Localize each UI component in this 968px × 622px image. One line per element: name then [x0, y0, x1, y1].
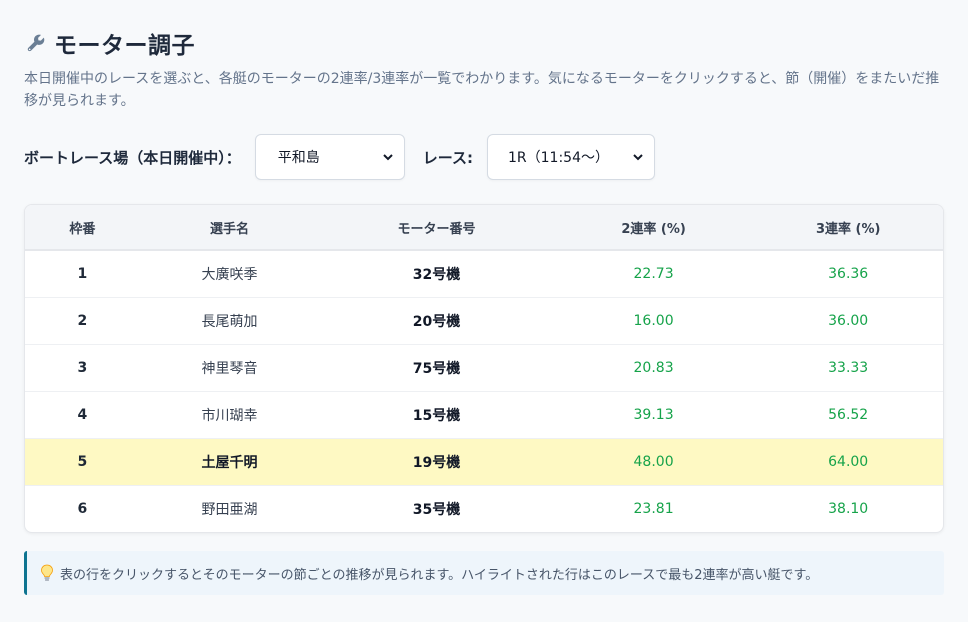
- table-row[interactable]: 1 大廣咲季 32号機 22.73 36.36: [25, 250, 943, 297]
- motor-condition-page: モーター調子 本日開催中のレースを選ぶと、各艇のモーターの2連率/3連率が一覧で…: [0, 0, 968, 595]
- page-header: モーター調子: [24, 28, 944, 59]
- race-label: レース:: [422, 148, 474, 167]
- motor-table-container: 枠番 選手名 モーター番号 2連率 (%) 3連率 (%) 1 大廣咲季 32号…: [24, 204, 944, 533]
- venue-label: ボートレース場（本日開催中）：: [24, 148, 241, 167]
- venue-select-value: 平和島: [277, 150, 320, 166]
- page-title: モーター調子: [54, 33, 195, 59]
- rate2-value: 22.73: [633, 265, 674, 282]
- race-select[interactable]: 1R（11:54〜）: [487, 134, 656, 180]
- rate3-value: 64.00: [828, 453, 869, 470]
- rate2-value: 39.13: [633, 406, 674, 423]
- frame-number: 5: [77, 453, 88, 470]
- rate2-value: 16.00: [633, 312, 674, 329]
- table-row[interactable]: 3 神里琴音 75号機 20.83 33.33: [25, 344, 943, 391]
- hint-text: 表の行をクリックするとそのモーターの節ごとの推移が見られます。ハイライトされた行…: [60, 567, 819, 583]
- rate2-value: 20.83: [633, 359, 674, 376]
- frame-number: 1: [77, 265, 88, 282]
- frame-number: 2: [77, 312, 88, 329]
- motor-number: 19号機: [412, 454, 461, 471]
- page-description: 本日開催中のレースを選ぶと、各艇のモーターの2連率/3連率が一覧でわかります。気…: [24, 71, 940, 109]
- table-row[interactable]: 4 市川瑚幸 15号機 39.13 56.52: [25, 391, 943, 438]
- motor-number: 75号機: [412, 360, 461, 377]
- racer-name: 大廣咲季: [201, 266, 258, 283]
- rate3-value: 33.33: [828, 359, 869, 376]
- rate2-value: 23.81: [633, 500, 674, 517]
- rate3-value: 36.00: [828, 312, 869, 329]
- venue-select[interactable]: 平和島: [254, 134, 405, 180]
- column-header-rate2: 2連率 (%): [621, 221, 686, 237]
- column-header-motor: モーター番号: [397, 221, 476, 237]
- table-row[interactable]: 6 野田亜湖 35号機 23.81 38.10: [25, 485, 943, 532]
- motor-number: 32号機: [412, 266, 461, 283]
- racer-name: 長尾萌加: [201, 313, 258, 330]
- racer-name: 土屋千明: [201, 454, 258, 471]
- racer-name: 市川瑚幸: [201, 407, 258, 424]
- motor-number: 20号機: [412, 313, 461, 330]
- chevron-down-icon: [383, 154, 393, 161]
- rate3-value: 38.10: [828, 500, 869, 517]
- chevron-down-icon: [633, 154, 643, 161]
- rate3-value: 36.36: [828, 265, 869, 282]
- filter-controls: ボートレース場（本日開催中）： 平和島 レース: 1R（11:54〜）: [24, 134, 944, 180]
- table-row-highlighted[interactable]: 5 土屋千明 19号機 48.00 64.00: [25, 438, 943, 485]
- frame-number: 3: [77, 359, 88, 376]
- column-header-frame: 枠番: [69, 221, 96, 237]
- racer-name: 野田亜湖: [201, 501, 258, 518]
- rate3-value: 56.52: [828, 406, 869, 423]
- lightbulb-icon: [40, 564, 56, 582]
- racer-name: 神里琴音: [201, 360, 258, 377]
- table-row[interactable]: 2 長尾萌加 20号機 16.00 36.00: [25, 297, 943, 344]
- wrench-icon: [24, 31, 48, 55]
- frame-number: 6: [77, 500, 88, 517]
- race-select-value: 1R（11:54〜）: [508, 150, 609, 166]
- hint-note: 表の行をクリックするとそのモーターの節ごとの推移が見られます。ハイライトされた行…: [24, 551, 944, 595]
- column-header-rate3: 3連率 (%): [815, 221, 881, 237]
- rate2-value: 48.00: [633, 453, 674, 470]
- motor-table: 枠番 選手名 モーター番号 2連率 (%) 3連率 (%) 1 大廣咲季 32号…: [25, 205, 943, 532]
- frame-number: 4: [77, 406, 88, 423]
- table-header-row: 枠番 選手名 モーター番号 2連率 (%) 3連率 (%): [25, 205, 943, 250]
- motor-number: 15号機: [412, 407, 461, 424]
- motor-number: 35号機: [412, 501, 461, 518]
- column-header-racer: 選手名: [210, 221, 250, 237]
